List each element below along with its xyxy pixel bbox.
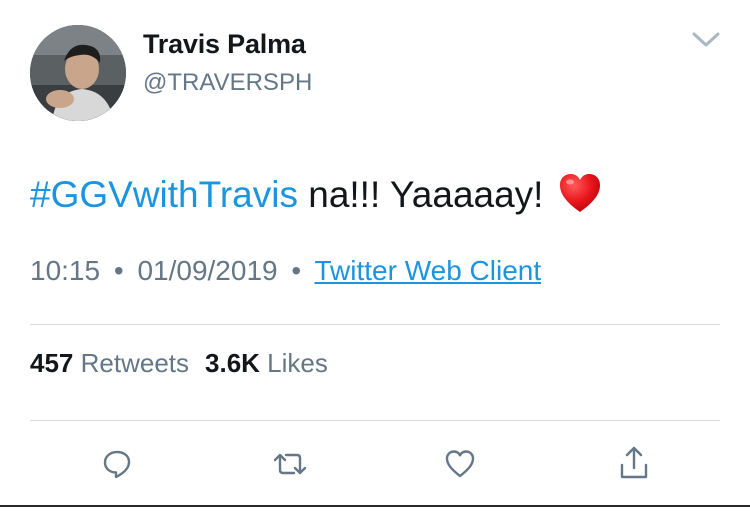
tweet-body: na!!! Yaaaaay! bbox=[297, 174, 544, 215]
retweet-icon[interactable] bbox=[272, 448, 307, 480]
divider bbox=[30, 420, 720, 421]
red-heart-emoji-icon bbox=[558, 172, 602, 216]
reply-icon[interactable] bbox=[101, 448, 133, 480]
user-handle[interactable]: @TRAVERSPH bbox=[143, 69, 312, 97]
retweets-stat[interactable]: 457 Retweets bbox=[30, 348, 189, 378]
tweet-date: 01/09/2019 bbox=[137, 255, 278, 286]
display-name[interactable]: Travis Palma bbox=[143, 29, 306, 60]
meta-separator: • bbox=[113, 255, 124, 286]
chevron-down-icon[interactable] bbox=[690, 28, 722, 50]
tweet-stats: 457 Retweets 3.6K Likes bbox=[30, 348, 328, 379]
tweet-time: 10:15 bbox=[30, 255, 101, 286]
meta-separator: • bbox=[291, 255, 302, 286]
divider bbox=[30, 324, 720, 325]
divider bbox=[0, 505, 750, 507]
avatar-photo bbox=[30, 25, 126, 121]
client-link[interactable]: Twitter Web Client bbox=[314, 255, 541, 286]
hashtag-link[interactable]: #GGVwithTravis bbox=[30, 174, 298, 215]
share-icon[interactable] bbox=[618, 446, 650, 479]
likes-stat[interactable]: 3.6K Likes bbox=[205, 348, 328, 378]
likes-label: Likes bbox=[267, 348, 328, 378]
tweet-text: #GGVwithTravis na!!! Yaaaaay! bbox=[30, 171, 602, 219]
avatar[interactable] bbox=[30, 25, 126, 121]
retweets-count: 457 bbox=[30, 348, 74, 378]
likes-count: 3.6K bbox=[205, 348, 260, 378]
tweet-meta: 10:15 • 01/09/2019 • Twitter Web Client bbox=[30, 255, 541, 287]
like-icon[interactable] bbox=[444, 448, 476, 480]
retweets-label: Retweets bbox=[80, 348, 190, 378]
